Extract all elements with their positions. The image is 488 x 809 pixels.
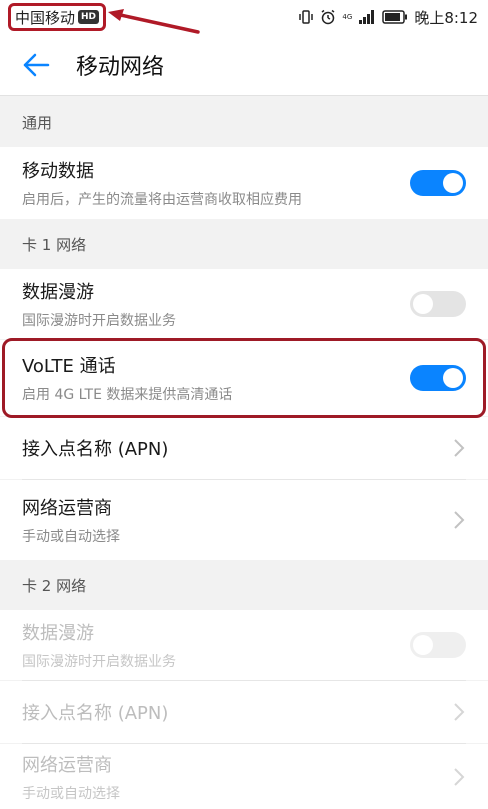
- mobile-data-texts: 移动数据 启用后，产生的流量将由运营商收取相应费用: [22, 157, 410, 209]
- sim2-apn-row: 接入点名称 (APN): [0, 681, 488, 743]
- signal-icon: [359, 10, 375, 24]
- annotation-arrow-icon: [108, 9, 200, 34]
- hd-badge: HD: [78, 10, 100, 24]
- section-header-sim2: 卡 2 网络: [0, 560, 488, 610]
- network-type-text: 4G: [342, 12, 353, 21]
- sim1-data-roaming-title: 数据漫游: [22, 282, 94, 303]
- sim1-carrier-title: 网络运营商: [22, 498, 112, 519]
- back-button[interactable]: [0, 34, 72, 96]
- sim1-data-roaming-toggle[interactable]: [410, 291, 466, 317]
- sim2-carrier-row: 网络运营商 手动或自动选择: [0, 744, 488, 809]
- sim1-volte-row[interactable]: VoLTE 通话 启用 4G LTE 数据来提供高清通话: [0, 340, 488, 416]
- sim1-data-roaming-row[interactable]: 数据漫游 国际漫游时开启数据业务: [0, 269, 488, 339]
- toggle-knob: [413, 294, 433, 314]
- status-icons: 4G 晚上8:12: [298, 7, 478, 28]
- status-time: 晚上8:12: [414, 8, 478, 27]
- page-title: 移动网络: [76, 54, 165, 80]
- mobile-data-subtitle: 启用后，产生的流量将由运营商收取相应费用: [22, 192, 302, 208]
- mobile-data-title: 移动数据: [22, 161, 94, 182]
- sim2-apn-title: 接入点名称 (APN): [22, 703, 169, 724]
- sim1-data-roaming-subtitle: 国际漫游时开启数据业务: [22, 313, 176, 329]
- sim2-carrier-title: 网络运营商: [22, 754, 112, 776]
- vibrate-icon: [299, 10, 314, 24]
- carrier-name: 中国移动: [15, 8, 76, 27]
- sim1-apn-title: 接入点名称 (APN): [22, 439, 169, 460]
- alarm-icon: [321, 9, 335, 25]
- back-arrow-icon: [23, 53, 50, 76]
- sim2-apn-texts: 接入点名称 (APN): [22, 699, 452, 725]
- sim2-carrier-subtitle: 手动或自动选择: [22, 785, 120, 802]
- chevron-right-icon: [454, 511, 465, 529]
- mobile-data-row[interactable]: 移动数据 启用后，产生的流量将由运营商收取相应费用: [0, 147, 488, 219]
- status-bar: 中国移动 HD 4G 晚上8:12: [0, 0, 488, 34]
- section-header-sim1: 卡 1 网络: [0, 219, 488, 269]
- sim2-data-roaming-row: 数据漫游 国际漫游时开启数据业务: [0, 610, 488, 680]
- sim1-volte-texts: VoLTE 通话 启用 4G LTE 数据来提供高清通话: [22, 352, 410, 404]
- sim1-carrier-texts: 网络运营商 手动或自动选择: [22, 494, 452, 546]
- sim2-data-roaming-toggle: [410, 632, 466, 658]
- chevron-right-icon: [454, 767, 465, 786]
- carrier-highlight-box: 中国移动 HD: [8, 3, 107, 31]
- toggle-knob: [443, 368, 463, 388]
- sim1-carrier-subtitle: 手动或自动选择: [22, 529, 120, 545]
- sim1-carrier-row[interactable]: 网络运营商 手动或自动选择: [0, 480, 488, 560]
- chevron-right-icon: [454, 439, 465, 457]
- sim1-apn-texts: 接入点名称 (APN): [22, 435, 452, 461]
- sim1-apn-row[interactable]: 接入点名称 (APN): [0, 417, 488, 479]
- toggle-knob: [443, 173, 463, 193]
- sim2-data-roaming-subtitle: 国际漫游时开启数据业务: [22, 654, 176, 670]
- sim1-volte-toggle[interactable]: [410, 365, 466, 391]
- sim1-volte-title: VoLTE 通话: [22, 356, 116, 377]
- sim2-carrier-texts: 网络运营商 手动或自动选择: [22, 751, 452, 803]
- sim2-data-roaming-title: 数据漫游: [22, 623, 94, 644]
- network-type-label: 4G: [342, 12, 353, 21]
- battery-icon: [382, 10, 408, 24]
- mobile-data-toggle[interactable]: [410, 170, 466, 196]
- app-bar: 移动网络: [0, 34, 488, 96]
- section-header-general: 通用: [0, 97, 488, 147]
- toggle-knob: [413, 635, 433, 655]
- chevron-right-icon: [454, 703, 465, 721]
- sim1-volte-subtitle: 启用 4G LTE 数据来提供高清通话: [22, 387, 233, 403]
- sim1-data-roaming-texts: 数据漫游 国际漫游时开启数据业务: [22, 278, 410, 330]
- sim2-data-roaming-texts: 数据漫游 国际漫游时开启数据业务: [22, 619, 410, 671]
